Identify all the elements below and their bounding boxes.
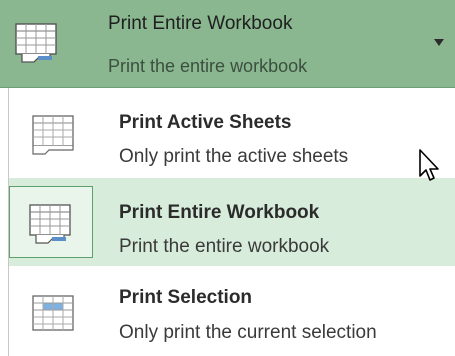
mouse-pointer-icon xyxy=(419,149,439,181)
workbook-sheets-icon xyxy=(15,23,57,63)
item-icon-frame xyxy=(9,186,93,258)
item-subtitle: Only print the active sheets xyxy=(119,146,349,167)
print-scope-menu: Print Active Sheets Only print the activ… xyxy=(8,88,455,356)
menu-item-print-entire-workbook[interactable]: Print Entire Workbook Print the entire w… xyxy=(9,178,455,266)
item-title: Print Selection xyxy=(119,287,253,308)
item-title: Print Active Sheets xyxy=(119,112,292,133)
item-icon-frame xyxy=(17,280,91,340)
item-title: Print Entire Workbook xyxy=(119,202,320,223)
active-sheets-icon xyxy=(32,115,74,155)
workbook-sheets-icon xyxy=(29,204,71,244)
item-subtitle: Print the entire workbook xyxy=(119,236,330,257)
print-scope-selector[interactable]: Print Entire Workbook Print the entire w… xyxy=(0,0,455,88)
item-icon-frame xyxy=(17,102,91,162)
selector-subtitle: Print the entire workbook xyxy=(108,56,308,76)
item-subtitle: Only print the current selection xyxy=(119,322,377,343)
menu-item-print-selection[interactable]: Print Selection Only print the current s… xyxy=(9,266,455,356)
selection-grid-icon xyxy=(32,295,74,331)
dropdown-arrow-icon[interactable] xyxy=(434,39,444,47)
selector-title: Print Entire Workbook xyxy=(108,13,293,34)
menu-item-print-active-sheets[interactable]: Print Active Sheets Only print the activ… xyxy=(9,88,455,176)
print-scope-dropdown: Print Entire Workbook Print the entire w… xyxy=(0,0,455,356)
